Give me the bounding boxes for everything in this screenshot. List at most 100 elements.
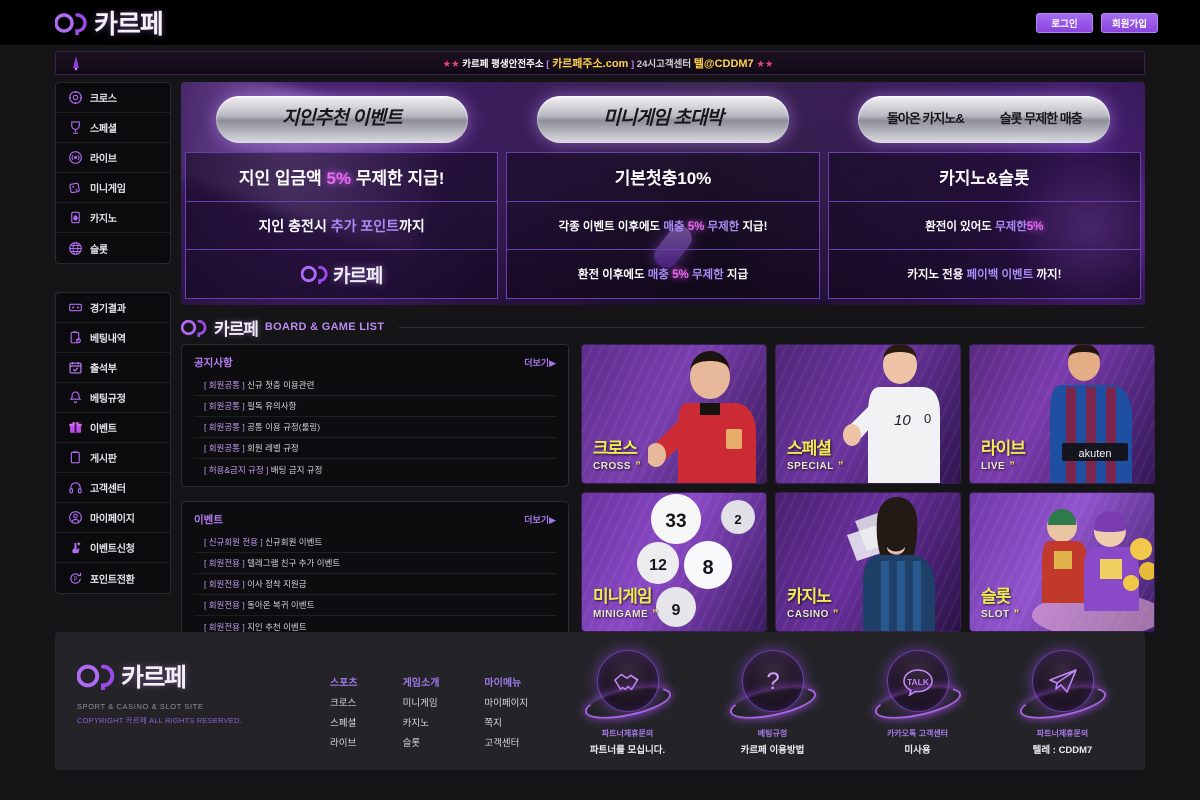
game-card-minigame[interactable]: 33 12 8 9 2 미니게임 MINIGAME” — [581, 492, 767, 632]
sidebar-item-label: 슬롯 — [90, 244, 108, 256]
card-quote: ” — [1009, 460, 1016, 472]
list-column: 공지사항 더보기▶ [ 회원공통 ] 신규 첫충 이용관련 [ 회원공통 ] 필… — [181, 344, 569, 644]
list-item[interactable]: [ 회원전용 ] 돌아온 복귀 이벤트 — [194, 595, 556, 616]
banner-logo: 카르페 — [300, 261, 383, 288]
card-title-kr: 스페셜 — [787, 439, 832, 458]
banner-title-line1: 돌아온 카지노& — [886, 111, 965, 127]
sidebar-item-casino[interactable]: 카지노 — [56, 203, 170, 233]
list-item[interactable]: [ 회원전용 ] 이사 정착 지원금 — [194, 574, 556, 595]
banner-row: 카지노&슬롯 — [828, 153, 1140, 202]
card-title-kr: 라이브 — [981, 439, 1026, 458]
footer-icon-partner[interactable]: 파트너제휴문의 파트너를 모십니다. — [555, 650, 700, 756]
sidebar-item-minigame[interactable]: 미니게임 — [56, 173, 170, 203]
card-title-kr: 카지노 — [787, 587, 832, 606]
list-item-text: 신규회원 이벤트 — [265, 537, 323, 547]
top-bar: 카르페 로그인 회원가입 — [0, 0, 1200, 45]
svg-text:?: ? — [766, 668, 779, 695]
sidebar-item-live[interactable]: 라이브 — [56, 143, 170, 173]
banner-text: 지급 — [723, 269, 749, 282]
footer-icon-telegram[interactable]: 파트너제휴문의 텔레 : CDDM7 — [990, 650, 1135, 756]
sidebar-item-betting-history[interactable]: 베팅내역 — [56, 323, 170, 353]
list-item-text: 필독 유의사항 — [247, 401, 297, 411]
list-item[interactable]: [ 회원공통 ] 공통 이용 규정(룰링) — [194, 417, 556, 438]
notice-more-link[interactable]: 더보기▶ — [524, 356, 556, 369]
cp-infinity-icon — [55, 12, 87, 35]
footer-link[interactable]: 고객센터 — [484, 735, 528, 749]
sidebar-item-betting-rules[interactable]: 베팅규정 — [56, 383, 170, 413]
footer-icon-label2: 카르페 이용방법 — [740, 745, 805, 756]
list-item[interactable]: [ 허용&금지 규정 ] 배팅 금지 규정 — [194, 459, 556, 480]
banner-text: 기본첫충 — [614, 169, 678, 189]
footer-icon-kakao[interactable]: TALK 카카오톡 고객센터 미사용 — [845, 650, 990, 756]
event-more-link[interactable]: 더보기▶ — [524, 513, 556, 526]
sidebar-item-slot[interactable]: 슬롯 — [56, 233, 170, 263]
signup-button[interactable]: 회원가입 — [1101, 12, 1158, 33]
svg-text:2: 2 — [734, 512, 741, 527]
top-buttons: 로그인 회원가입 — [1036, 12, 1158, 33]
banner-title: 돌아온 카지노& 슬롯 무제한 매충 — [858, 96, 1111, 143]
sidebar-item-support[interactable]: 고객센터 — [56, 473, 170, 503]
footer-icon-rules[interactable]: ? 베팅규정 카르페 이용방법 — [700, 650, 845, 756]
card-labels: 라이브 LIVE” — [981, 434, 1026, 472]
sidebar-item-label: 출석부 — [90, 364, 117, 375]
notice-bracket-close: ] — [630, 59, 635, 70]
footer-icon-label1: 베팅규정 — [757, 729, 788, 738]
sidebar-item-event-apply[interactable]: 이벤트신청 — [56, 533, 170, 563]
game-card-special[interactable]: 10 0 스페셜 SPECIAL” — [775, 344, 961, 484]
sidebar-item-event[interactable]: 이벤트 — [56, 413, 170, 443]
login-button[interactable]: 로그인 — [1036, 12, 1093, 33]
footer-link[interactable]: 카지노 — [403, 715, 440, 729]
footer-column-sports: 스포츠 크로스 스페셜 라이브 — [330, 674, 358, 749]
footer-link[interactable]: 마이페이지 — [484, 695, 528, 709]
list-item[interactable]: [ 회원공통 ] 필독 유의사항 — [194, 396, 556, 417]
scoreboard-icon — [69, 303, 82, 312]
headset-icon — [69, 482, 82, 494]
footer-link[interactable]: 슬롯 — [403, 735, 440, 749]
sidebar-item-attendance[interactable]: 출석부 — [56, 353, 170, 383]
banner-title-line2: 슬롯 무제한 매충 — [999, 111, 1083, 127]
sidebar-item-special[interactable]: 스페셜 — [56, 113, 170, 143]
list-item[interactable]: [ 회원공통 ] 신규 첫충 이용관련 — [194, 375, 556, 396]
site-logo[interactable]: 카르페 — [55, 4, 164, 41]
footer-link[interactable]: 미니게임 — [403, 695, 440, 709]
card-title-en: LIVE” — [981, 460, 1016, 472]
footer-link[interactable]: 스페셜 — [330, 715, 358, 729]
footer-link[interactable]: 크로스 — [330, 695, 358, 709]
banner-row: 환전이 있어도 무제한5% — [828, 202, 1140, 251]
list-item[interactable]: [ 회원공통 ] 회원 레벨 규정 — [194, 438, 556, 459]
sidebar-item-label: 스페셜 — [90, 124, 117, 135]
dice-icon — [69, 182, 80, 194]
sidebar-item-point-exchange[interactable]: P 포인트전환 — [56, 563, 170, 593]
sidebar-item-mypage[interactable]: 마이페이지 — [56, 503, 170, 533]
footer-column-heading: 게임소개 — [402, 678, 440, 689]
sidebar-item-cross[interactable]: 크로스 — [56, 83, 170, 113]
user-circle-icon — [69, 511, 82, 524]
footer-link-columns: 스포츠 크로스 스페셜 라이브 게임소개 미니게임 카지노 슬롯 마이메뉴 마이… — [330, 674, 528, 749]
card-quote: ” — [1013, 608, 1020, 620]
list-item-tag: [ 회원공통 ] — [204, 380, 245, 390]
game-card-casino[interactable]: 카지노 CASINO” — [775, 492, 961, 632]
banner-text: 지급! — [739, 220, 768, 233]
banner-text: 환전 이후에도 — [577, 269, 648, 282]
sidebar-item-board[interactable]: 게시판 — [56, 443, 170, 473]
promo-banner[interactable]: 지인추천 이벤트 지인 입금액 5% 무제한 지급! 지인 충전시 추가 포인트… — [181, 82, 1145, 305]
footer-tagline: SPORT & CASINO & SLOT SITE — [77, 702, 204, 711]
game-card-cross[interactable]: 크로스 CROSS” — [581, 344, 767, 484]
sidebar-item-label: 미니게임 — [90, 184, 126, 195]
section-header: 카르페 BOARD & GAME LIST — [181, 314, 1145, 340]
svg-text:10: 10 — [894, 412, 911, 429]
footer-link[interactable]: 라이브 — [330, 735, 358, 749]
game-card-live[interactable]: akuten 라이브 LIVE” — [969, 344, 1155, 484]
sidebar-item-label: 포인트전환 — [90, 574, 135, 586]
list-item[interactable]: [ 회원전용 ] 텔레그램 친구 추가 이벤트 — [194, 553, 556, 574]
notice-bar[interactable]: ★★ 카르페 평생안전주소 [ 카르페주소.com ] 24시고객센터 텔@CD… — [55, 51, 1145, 75]
list-item[interactable]: [ 신규회원 전용 ] 신규회원 이벤트 — [194, 532, 556, 553]
sidebar-item-results[interactable]: 경기결과 — [56, 293, 170, 323]
list-item-text: 신규 첫충 이용관련 — [247, 380, 315, 390]
svg-text:12: 12 — [649, 557, 667, 574]
footer-link[interactable]: 쪽지 — [484, 715, 528, 729]
game-card-slot[interactable]: 슬롯 SLOT” — [969, 492, 1155, 632]
banner-title: 지인추천 이벤트 — [215, 96, 468, 143]
list-item-text: 회원 레벨 규정 — [247, 443, 299, 453]
question-icon: ? — [766, 668, 779, 695]
